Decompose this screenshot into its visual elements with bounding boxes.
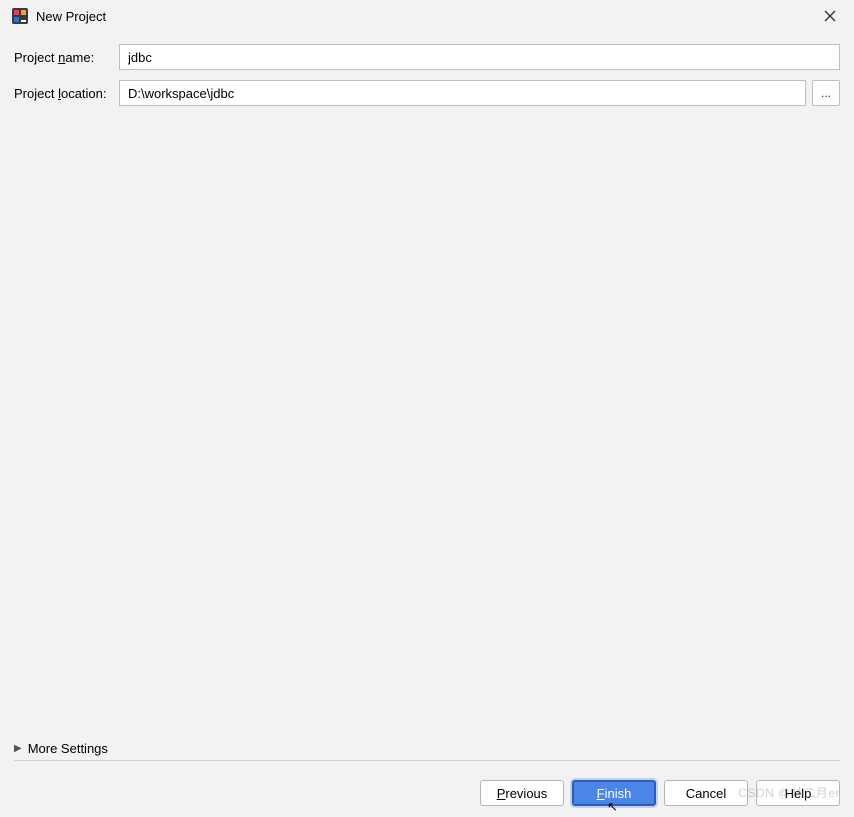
project-location-input[interactable] (119, 80, 806, 106)
chevron-right-icon: ▶ (14, 743, 22, 754)
footer-buttons: Previous Finish Cancel Help (0, 769, 854, 817)
intellij-icon (12, 8, 28, 24)
form-area: Project name: Project location: ... (0, 32, 854, 128)
close-icon (824, 10, 836, 22)
more-settings-toggle[interactable]: ▶ More Settings (14, 741, 840, 761)
close-button[interactable] (814, 2, 846, 30)
cancel-button[interactable]: Cancel (664, 780, 748, 806)
window-title: New Project (36, 9, 814, 24)
project-name-label: Project name: (14, 50, 119, 65)
title-bar: New Project (0, 0, 854, 32)
project-location-label: Project location: (14, 86, 119, 101)
browse-button[interactable]: ... (812, 80, 840, 106)
previous-button[interactable]: Previous (480, 780, 564, 806)
finish-button[interactable]: Finish (572, 780, 656, 806)
project-name-input[interactable] (119, 44, 840, 70)
project-name-row: Project name: (14, 44, 840, 70)
more-settings-label: More Settings (28, 741, 108, 756)
project-location-row: Project location: ... (14, 80, 840, 106)
help-button[interactable]: Help (756, 780, 840, 806)
